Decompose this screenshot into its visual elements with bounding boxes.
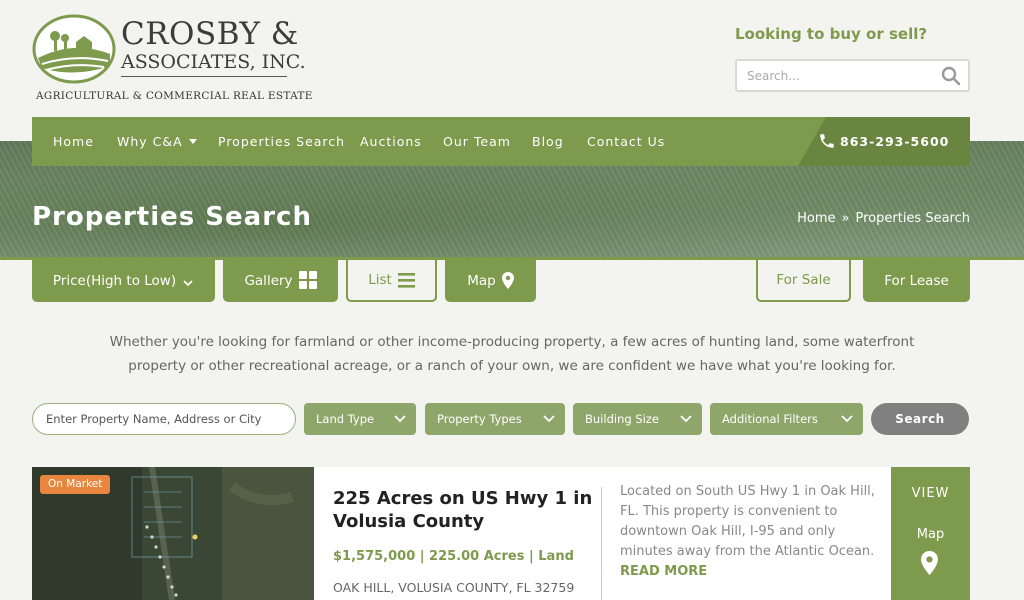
page-title: Properties Search (32, 202, 312, 232)
nav-item-why-ca-label: Why C&A (117, 134, 183, 149)
site-search (735, 59, 970, 92)
map-view-button[interactable]: Map (445, 260, 536, 302)
listing-aerial-image[interactable]: On Market (32, 467, 314, 600)
listing-card: On Market 225 Acres on US Hwy 1 in Volus… (32, 467, 970, 600)
additional-filters-select[interactable]: Additional Filters (710, 403, 863, 435)
brand-name-line1: CROSBY & (121, 16, 299, 52)
land-type-label: Land Type (316, 412, 375, 426)
listing-description: Located on South US Hwy 1 in Oak Hill, F… (620, 482, 880, 582)
brand-name-line2: ASSOCIATES, INC. (121, 51, 306, 73)
listing-action-panel: VIEW Map (891, 467, 970, 600)
chevron-down-icon (183, 280, 193, 287)
grid-icon (298, 271, 317, 289)
building-size-label: Building Size (585, 412, 659, 426)
map-label: Map (467, 273, 496, 289)
nav-item-our-team[interactable]: Our Team (443, 117, 511, 166)
list-view-button[interactable]: List (346, 260, 437, 302)
listing-address: OAK HILL, VOLUSIA COUNTY, FL 32759 (333, 580, 575, 595)
nav-item-home[interactable]: Home (53, 117, 94, 166)
nav-item-auctions[interactable]: Auctions (360, 117, 422, 166)
property-types-select[interactable]: Property Types (425, 403, 565, 435)
caret-down-icon (188, 139, 197, 144)
site-search-input[interactable] (737, 61, 927, 90)
for-lease-button[interactable]: For Lease (863, 260, 970, 302)
brand-tagline: AGRICULTURAL & COMMERCIAL REAL ESTATE (36, 90, 313, 102)
status-badge: On Market (40, 475, 111, 494)
chevron-down-icon (394, 415, 406, 423)
nav-item-contact-us[interactable]: Contact Us (587, 117, 665, 166)
building-size-select[interactable]: Building Size (573, 403, 702, 435)
land-type-select[interactable]: Land Type (304, 403, 416, 435)
listing-title[interactable]: 225 Acres on US Hwy 1 in Volusia County (333, 487, 593, 533)
search-icon[interactable] (941, 66, 961, 86)
card-divider (601, 487, 602, 600)
additional-filters-label: Additional Filters (722, 412, 818, 426)
nav-item-properties-search[interactable]: Properties Search (218, 117, 345, 166)
for-sale-button[interactable]: For Sale (756, 260, 851, 302)
intro-text: Whether you're looking for farmland or o… (109, 334, 915, 374)
gallery-view-button[interactable]: Gallery (223, 260, 338, 302)
view-button[interactable]: VIEW (891, 486, 970, 501)
main-nav: Home Why C&A Properties Search Auctions … (32, 117, 970, 166)
breadcrumb-current: Properties Search (855, 211, 971, 226)
company-logo[interactable]: CROSBY & ASSOCIATES, INC. AGRICULTURAL &… (32, 14, 312, 106)
listing-price-line: $1,575,000 | 225.00 Acres | Land (333, 549, 574, 564)
logo-divider (121, 76, 287, 77)
map-link[interactable]: Map (891, 527, 970, 542)
read-more-link[interactable]: READ MORE (620, 564, 707, 579)
breadcrumb-home-link[interactable]: Home (797, 211, 835, 226)
gallery-label: Gallery (244, 273, 293, 289)
breadcrumb-separator: » (841, 211, 850, 226)
farm-emblem-icon (32, 14, 116, 84)
property-search-input[interactable] (33, 404, 283, 434)
sort-label: Price(High to Low) (52, 273, 177, 289)
phone-icon (820, 134, 834, 148)
phone-link[interactable]: 863-293-5600 (820, 117, 950, 166)
nav-item-blog[interactable]: Blog (532, 117, 564, 166)
breadcrumb: Home » Properties Search (797, 211, 970, 226)
sort-dropdown[interactable]: Price(High to Low) (32, 260, 215, 302)
map-pin-icon (501, 272, 514, 289)
map-pin-icon[interactable] (921, 551, 938, 575)
list-label: List (368, 272, 392, 288)
buy-sell-prompt: Looking to buy or sell? (735, 25, 928, 43)
chevron-down-icon (680, 415, 692, 423)
site-header: CROSBY & ASSOCIATES, INC. AGRICULTURAL &… (0, 0, 1024, 117)
search-button[interactable]: Search (871, 403, 969, 435)
listing-description-text: Located on South US Hwy 1 in Oak Hill, F… (620, 484, 875, 559)
nav-item-why-ca[interactable]: Why C&A (117, 117, 197, 166)
chevron-down-icon (841, 415, 853, 423)
chevron-down-icon (543, 415, 555, 423)
phone-number: 863-293-5600 (840, 134, 950, 149)
list-icon (397, 273, 415, 288)
property-search-field (32, 403, 296, 435)
property-types-label: Property Types (437, 412, 522, 426)
